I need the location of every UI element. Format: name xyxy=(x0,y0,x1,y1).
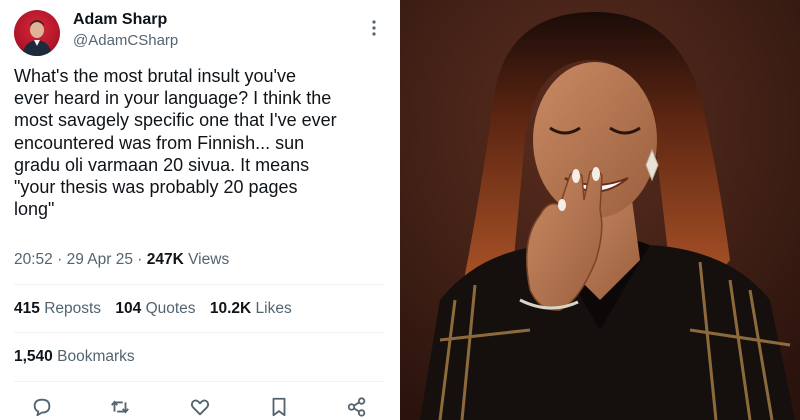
tweet-text: What's the most brutal insult you've eve… xyxy=(14,65,386,220)
reply-icon[interactable] xyxy=(31,396,53,418)
divider xyxy=(14,381,384,382)
bookmarks-label: Bookmarks xyxy=(57,348,135,365)
bookmark-icon[interactable] xyxy=(268,396,290,418)
avatar-portrait-icon xyxy=(22,20,52,56)
likes-count: 10.2K xyxy=(209,300,252,317)
reposts-label: Reposts xyxy=(44,300,102,317)
divider xyxy=(14,332,384,333)
views-label: Views xyxy=(188,251,230,268)
avatar[interactable] xyxy=(14,10,60,56)
more-options-icon[interactable] xyxy=(371,18,377,38)
views-count: 247K xyxy=(146,251,184,268)
tweet-time[interactable]: 20:52 xyxy=(14,251,53,268)
bookmarks-count: 1,540 xyxy=(14,348,53,365)
meta-separator: · xyxy=(137,251,143,268)
tweet-meta: 20:52 · 29 Apr 25 · 247K Views xyxy=(14,251,229,269)
photo xyxy=(400,0,800,420)
quotes-stat[interactable]: 104 Quotes xyxy=(115,300,195,318)
tweet-text-line: long" xyxy=(14,199,55,220)
author-name[interactable]: Adam Sharp xyxy=(73,11,167,29)
likes-stat[interactable]: 10.2K Likes xyxy=(210,300,292,318)
tweet-text-line: "your thesis was probably 20 pages xyxy=(14,177,298,198)
likes-label: Likes xyxy=(255,300,292,317)
engagement-stats: 415 Reposts 104 Quotes 10.2K Likes xyxy=(14,300,302,318)
repost-icon[interactable] xyxy=(109,396,131,418)
quotes-count: 104 xyxy=(115,300,142,317)
quotes-label: Quotes xyxy=(145,300,196,317)
reposts-count: 415 xyxy=(14,300,40,317)
divider xyxy=(14,284,384,285)
tweet-date[interactable]: 29 Apr 25 xyxy=(67,251,133,268)
tweet-text-line: gradu oli varmaan 20 sivua. It means xyxy=(14,154,310,175)
laughing-woman-photo xyxy=(400,0,800,420)
bookmarks-stat[interactable]: 1,540 Bookmarks xyxy=(14,348,135,366)
tweet-text-line: ever heard in your language? I think the xyxy=(14,88,332,109)
reposts-stat[interactable]: 415 Reposts xyxy=(14,300,101,318)
tweet-text-line: What's the most brutal insult you've xyxy=(14,66,296,86)
tweet-text-line: encountered was from Finnish... sun xyxy=(14,132,305,153)
like-icon[interactable] xyxy=(189,396,211,418)
tweet-text-line: most savagely specific one that I've eve… xyxy=(14,110,337,131)
author-handle[interactable]: @AdamCSharp xyxy=(73,32,178,49)
meta-separator: · xyxy=(57,251,63,268)
tweet-actions-bar xyxy=(0,394,393,420)
share-icon[interactable] xyxy=(346,396,368,418)
tweet-card: Adam Sharp @AdamCSharp What's the most b… xyxy=(0,0,393,420)
